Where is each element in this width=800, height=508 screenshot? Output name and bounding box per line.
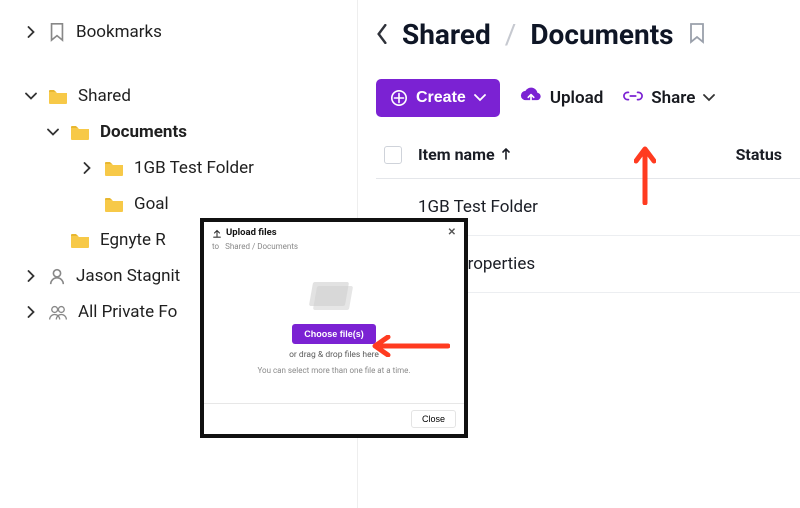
- chevron-right-icon: [24, 26, 38, 38]
- sidebar-item-label: Jason Stagnit: [76, 266, 180, 286]
- sidebar-item-label: Bookmarks: [76, 22, 162, 42]
- link-icon: [623, 88, 643, 108]
- sidebar-item-label: Shared: [78, 86, 131, 106]
- breadcrumb: Shared / Documents: [376, 18, 800, 51]
- create-button[interactable]: Create: [376, 79, 500, 117]
- dialog-breadcrumb: to Shared / Documents: [204, 242, 464, 257]
- bookmark-icon[interactable]: [688, 18, 706, 51]
- chevron-down-icon: [474, 94, 486, 102]
- sidebar-item-label: Egnyte R: [100, 230, 166, 250]
- sidebar-item-label: 1GB Test Folder: [134, 158, 254, 178]
- app-root: Bookmarks Shared Documents: [0, 0, 800, 508]
- user-icon: [48, 267, 66, 285]
- chevron-down-icon: [703, 94, 715, 102]
- back-button[interactable]: [376, 18, 388, 51]
- upload-button[interactable]: Upload: [520, 87, 603, 109]
- sidebar-bookmarks[interactable]: Bookmarks: [0, 14, 357, 50]
- share-button[interactable]: Share: [623, 88, 715, 108]
- drag-drop-hint: or drag & drop files here: [289, 350, 379, 360]
- sidebar-item-label: Documents: [100, 122, 187, 142]
- column-header-label: Status: [736, 145, 782, 164]
- cloud-upload-icon: [520, 87, 542, 109]
- choose-files-button[interactable]: Choose file(s): [292, 324, 376, 344]
- column-header-label: Item name: [418, 145, 495, 164]
- button-label: Upload: [550, 88, 603, 108]
- sidebar-item-1gb-test[interactable]: 1GB Test Folder: [0, 150, 357, 186]
- sort-asc-icon: [501, 145, 511, 164]
- sidebar-item-goal[interactable]: Goal: [0, 186, 357, 222]
- folder-icon: [70, 124, 90, 140]
- column-header-itemname[interactable]: Item name: [418, 145, 511, 164]
- chevron-right-icon: [24, 270, 38, 282]
- multi-select-hint: You can select more than one file at a t…: [257, 366, 410, 375]
- upload-dialog: Upload files ✕ to Shared / Documents Cho…: [200, 218, 468, 438]
- sidebar-item-shared[interactable]: Shared: [0, 78, 357, 114]
- dialog-header: Upload files ✕: [204, 222, 464, 242]
- dialog-to-path: Shared / Documents: [225, 242, 298, 251]
- upload-icon: [212, 228, 222, 238]
- folder-open-icon: [305, 280, 363, 314]
- select-all-checkbox[interactable]: [384, 146, 402, 164]
- button-label: Share: [651, 88, 695, 108]
- dialog-to-prefix: to: [212, 242, 219, 251]
- folder-icon: [104, 196, 124, 212]
- chevron-right-icon: [24, 306, 38, 318]
- bookmark-icon: [48, 22, 66, 42]
- dialog-body: Choose file(s) or drag & drop files here…: [204, 257, 464, 403]
- close-button[interactable]: Close: [411, 410, 456, 428]
- chevron-down-icon: [24, 92, 38, 101]
- dialog-title: Upload files: [226, 227, 277, 238]
- folder-icon: [48, 88, 68, 104]
- breadcrumb-segment[interactable]: Shared: [402, 18, 491, 51]
- sidebar-item-label: All Private Fo: [78, 302, 177, 322]
- chevron-right-icon: [80, 162, 94, 174]
- column-header-status[interactable]: Status: [736, 145, 782, 164]
- dialog-footer: Close: [204, 403, 464, 434]
- breadcrumb-separator: /: [505, 18, 517, 51]
- chevron-down-icon: [46, 128, 60, 137]
- folder-icon: [70, 232, 90, 248]
- plus-circle-icon: [390, 89, 408, 107]
- toolbar: Create Upload Share: [376, 79, 800, 117]
- folder-icon: [104, 160, 124, 176]
- table-header: Item name Status: [376, 145, 800, 179]
- breadcrumb-segment[interactable]: Documents: [530, 18, 673, 51]
- row-item-name: 1GB Test Folder: [418, 197, 538, 217]
- close-icon[interactable]: ✕: [448, 227, 456, 238]
- button-label: Create: [416, 89, 466, 107]
- sidebar-item-label: Goal: [134, 194, 169, 214]
- users-icon: [48, 303, 68, 321]
- sidebar-item-documents[interactable]: Documents: [0, 114, 357, 150]
